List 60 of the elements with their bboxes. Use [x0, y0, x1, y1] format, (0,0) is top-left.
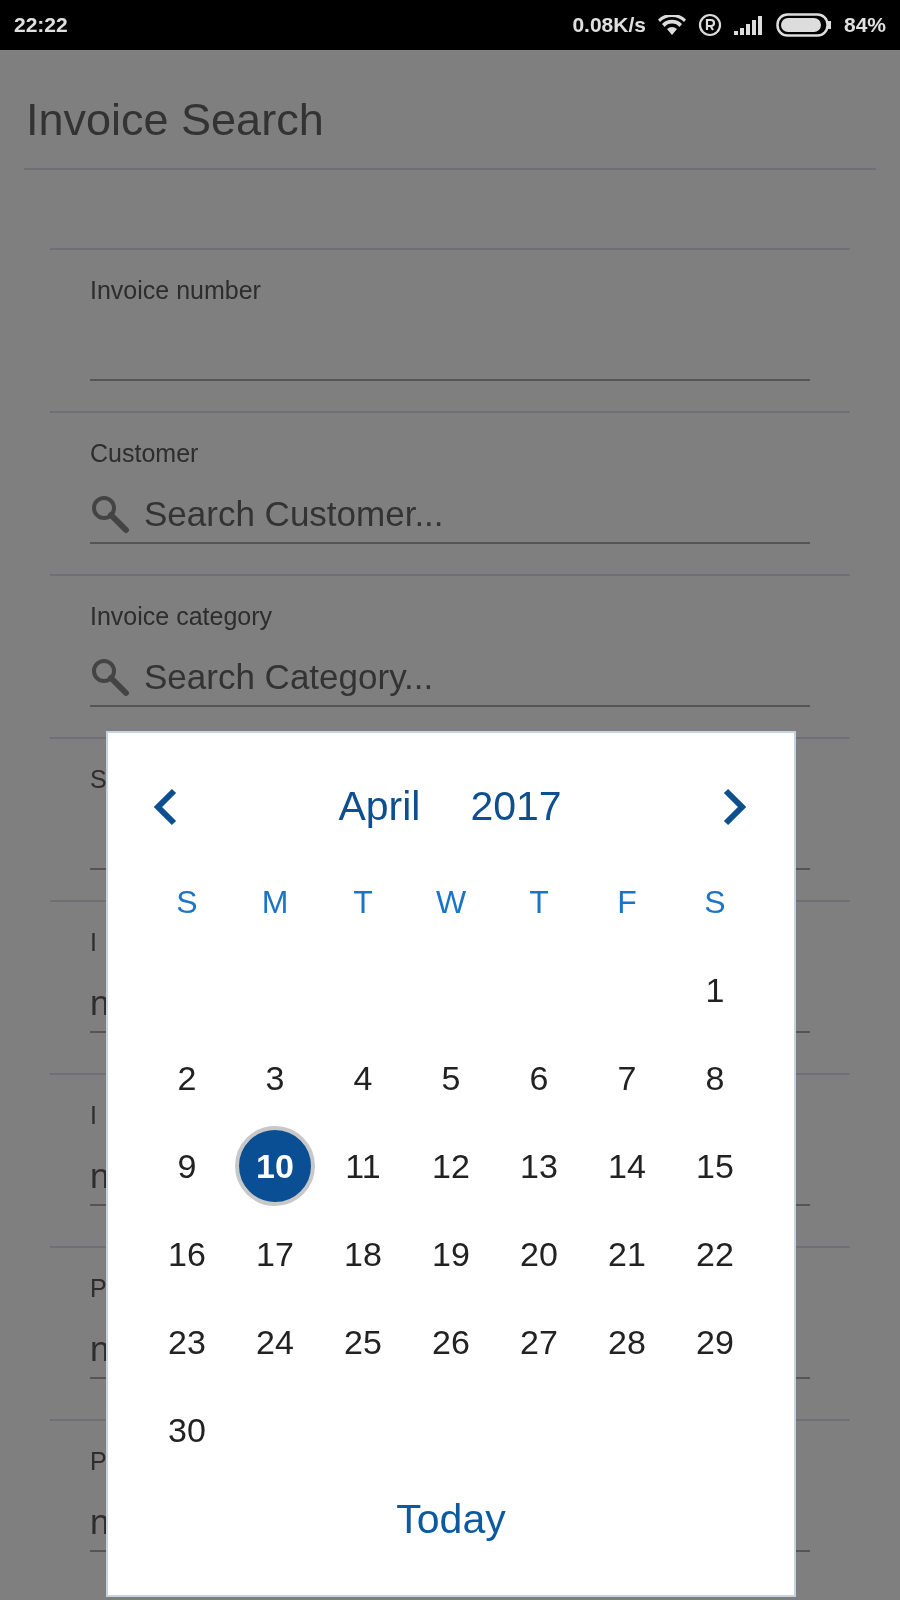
- field-label: P: [90, 1274, 107, 1303]
- calendar-day[interactable]: 19: [411, 1214, 491, 1294]
- calendar-day[interactable]: 30: [147, 1390, 227, 1470]
- month-label[interactable]: April: [338, 783, 421, 830]
- calendar-day[interactable]: 24: [235, 1302, 315, 1382]
- calendar-day[interactable]: 12: [411, 1126, 491, 1206]
- chevron-right-icon[interactable]: [722, 787, 748, 826]
- calendar-day[interactable]: 7: [587, 1038, 667, 1118]
- page-title: Invoice Search: [24, 50, 876, 170]
- field-label: P: [90, 1447, 107, 1476]
- calendar-day[interactable]: 29: [675, 1302, 755, 1382]
- clock-time: 22:22: [14, 13, 68, 37]
- calendar-day[interactable]: 4: [323, 1038, 403, 1118]
- calendar-day[interactable]: 15: [675, 1126, 755, 1206]
- calendar-day[interactable]: 6: [499, 1038, 579, 1118]
- calendar-day[interactable]: 2: [147, 1038, 227, 1118]
- field-label: Invoice number: [90, 276, 261, 305]
- calendar-day[interactable]: 13: [499, 1126, 579, 1206]
- network-speed: 0.08K/s: [572, 13, 646, 37]
- field-label: I: [90, 1101, 97, 1130]
- calendar-day[interactable]: 1: [675, 950, 755, 1030]
- chevron-left-icon[interactable]: [152, 787, 178, 826]
- today-button[interactable]: Today: [388, 1492, 514, 1547]
- registered-icon: [697, 13, 722, 37]
- search-icon: [90, 494, 130, 534]
- calendar-day[interactable]: 17: [235, 1214, 315, 1294]
- calendar-day[interactable]: 20: [499, 1214, 579, 1294]
- weekday-label: F: [617, 883, 637, 921]
- calendar-day[interactable]: 27: [499, 1302, 579, 1382]
- calendar-day[interactable]: 18: [323, 1214, 403, 1294]
- calendar-day[interactable]: 26: [411, 1302, 491, 1382]
- calendar-day[interactable]: 28: [587, 1302, 667, 1382]
- calendar-day[interactable]: 23: [147, 1302, 227, 1382]
- calendar-day[interactable]: 11: [323, 1126, 403, 1206]
- weekday-label: S: [176, 883, 198, 921]
- field-label: Invoice category: [90, 602, 273, 631]
- calendar-day[interactable]: 14: [587, 1126, 667, 1206]
- calendar-day[interactable]: 22: [675, 1214, 755, 1294]
- wifi-icon: [657, 15, 686, 35]
- calendar-day[interactable]: 21: [587, 1214, 667, 1294]
- calendar-day[interactable]: 10: [235, 1126, 315, 1206]
- battery-icon: [775, 13, 832, 37]
- calendar-day[interactable]: 9: [147, 1126, 227, 1206]
- weekday-label: W: [435, 883, 467, 921]
- field-label: S: [90, 765, 107, 794]
- search-icon: [90, 657, 130, 697]
- weekday-label: T: [353, 883, 373, 921]
- calendar-day[interactable]: 3: [235, 1038, 315, 1118]
- battery-level: 84%: [843, 13, 886, 37]
- calendar-day[interactable]: 16: [147, 1214, 227, 1294]
- weekday-label: M: [261, 883, 289, 921]
- field-label: I: [90, 928, 97, 957]
- calendar-day[interactable]: 25: [323, 1302, 403, 1382]
- field-label: Customer: [90, 439, 199, 468]
- calendar-day[interactable]: 8: [675, 1038, 755, 1118]
- calendar-day[interactable]: 5: [411, 1038, 491, 1118]
- signal-icon: [733, 15, 764, 35]
- weekday-label: T: [529, 883, 549, 921]
- year-label[interactable]: 2017: [470, 783, 562, 830]
- weekday-label: S: [704, 883, 726, 921]
